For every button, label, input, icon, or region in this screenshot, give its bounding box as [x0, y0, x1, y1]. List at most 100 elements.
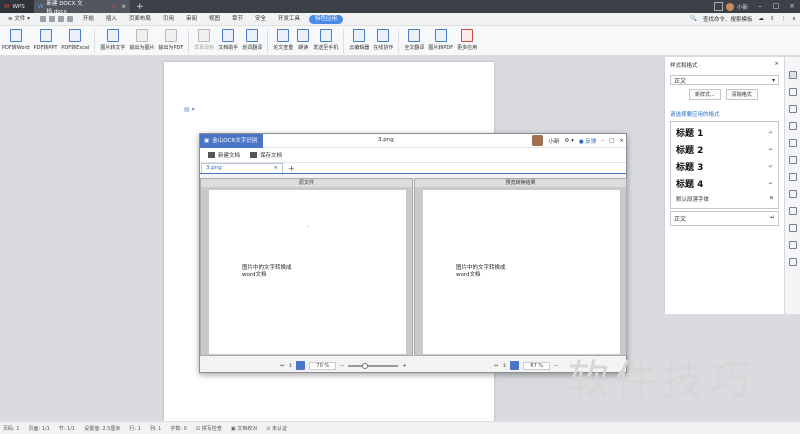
file-menu[interactable]: ≡ 文件 ▾	[2, 13, 36, 26]
status-row[interactable]: 行: 1	[129, 425, 140, 432]
settings-icon[interactable]: ⚙ ▾	[564, 138, 573, 144]
adjust-icon[interactable]	[788, 122, 797, 130]
attachment-icon[interactable]	[788, 190, 797, 198]
cloud-icon[interactable]: ☁	[758, 16, 764, 22]
add-tab-button[interactable]: +	[283, 164, 300, 173]
status-position[interactable]: 设置值: 2.5厘米	[84, 425, 120, 432]
redo-icon[interactable]	[66, 16, 73, 22]
style-body[interactable]: 正文 ↵	[670, 211, 779, 226]
menu-review[interactable]: 审阅	[180, 13, 203, 26]
paragraph-handle-icon[interactable]: ▤ ▾	[184, 106, 195, 113]
status-section[interactable]: 节: 1/1	[59, 425, 75, 432]
collapse-icon[interactable]: ∧	[792, 16, 796, 22]
settings-icon[interactable]	[788, 258, 797, 266]
new-style-button[interactable]: 新样式...	[689, 89, 721, 100]
new-doc-button[interactable]: 新建文档	[208, 151, 240, 159]
style-heading-4[interactable]: 标题 4 ↵	[671, 175, 778, 192]
status-pages[interactable]: 页面: 1/1	[28, 425, 49, 432]
pdf-to-excel-button[interactable]: PDF转Excel	[59, 29, 91, 51]
menu-security[interactable]: 安全	[249, 13, 272, 26]
image-to-text-button[interactable]: 图片转文字	[98, 29, 127, 51]
fit-width-icon[interactable]: ↔	[494, 363, 498, 369]
zoom-slider[interactable]	[348, 362, 399, 369]
style-default-font[interactable]: 默认段落字体 a	[671, 192, 778, 206]
send-phone-button[interactable]: 发送至手机	[311, 29, 340, 51]
zoom-out-icon[interactable]: −	[340, 363, 344, 369]
close-icon[interactable]: ×	[784, 0, 800, 13]
menu-insert[interactable]: 插入	[100, 13, 123, 26]
menu-view[interactable]: 视图	[203, 13, 226, 26]
command-search[interactable]: 🔍 查找命令、搜索模板 ☁ ⇪ ⋮ ∧	[690, 15, 796, 23]
doc-assistant-button[interactable]: 文档助手	[216, 29, 240, 51]
current-style-select[interactable]: 正文 ▾	[670, 75, 779, 85]
user-area[interactable]: 小新	[713, 2, 748, 11]
avatar[interactable]	[532, 135, 544, 146]
minimize-icon[interactable]: –	[752, 0, 768, 13]
result-preview[interactable]: 图片中的文字转换成 word文档	[423, 190, 620, 354]
collab-button[interactable]: 在线协作	[371, 29, 395, 51]
fit-page-icon[interactable]	[510, 361, 520, 370]
save-icon[interactable]	[39, 16, 46, 22]
fit-page-icon[interactable]	[296, 361, 306, 370]
select-cursor-icon[interactable]	[788, 88, 797, 96]
source-zoom-value[interactable]: 70 %	[309, 361, 337, 370]
spell-check-toggle[interactable]: ☑ 拼写检查	[196, 425, 222, 432]
status-word-count[interactable]: 字数: 0	[170, 425, 186, 432]
panel-close-icon[interactable]: ×	[774, 61, 779, 69]
zoom-slider-knob[interactable]	[362, 362, 369, 369]
fit-height-icon[interactable]: ↕	[502, 363, 506, 369]
style-heading-1[interactable]: 标题 1 ↵	[671, 124, 778, 141]
maximize-icon[interactable]: □	[768, 0, 784, 13]
bookmark-icon[interactable]	[788, 207, 797, 215]
skin-icon[interactable]	[713, 2, 723, 11]
paper-check-button[interactable]: 论文查重	[271, 29, 295, 51]
menu-references[interactable]: 引用	[157, 13, 180, 26]
close-icon[interactable]: ×	[619, 138, 624, 144]
export-image-button[interactable]: 输出为图片	[127, 29, 156, 51]
share-icon[interactable]: ⇪	[770, 16, 775, 22]
styles-icon[interactable]	[788, 71, 797, 79]
menu-chapter[interactable]: 章节	[226, 13, 249, 26]
share-icon[interactable]	[788, 173, 797, 181]
clear-format-button[interactable]: 清除格式	[725, 89, 758, 100]
save-doc-button[interactable]: 保存文档	[250, 151, 282, 159]
close-tab-icon[interactable]: ×	[273, 165, 278, 172]
ocr-file-tab[interactable]: 3.png ×	[201, 163, 283, 173]
review-icon[interactable]	[788, 156, 797, 164]
menu-page-layout[interactable]: 页面布局	[123, 13, 157, 26]
wps-home-tab[interactable]: W WPS	[0, 0, 34, 13]
shapes-icon[interactable]	[788, 105, 797, 113]
status-page-number[interactable]: 页码: 1	[3, 425, 19, 432]
export-pdf-button[interactable]: 输出为PDF	[156, 29, 185, 51]
screen-record-button[interactable]: 屏幕录制	[192, 29, 216, 51]
new-tab-button[interactable]: +	[130, 2, 150, 12]
close-tab-icon[interactable]: ×	[121, 4, 126, 10]
tools-icon[interactable]	[788, 139, 797, 147]
more-apps-button[interactable]: 更多应用	[455, 29, 479, 51]
more-icon[interactable]: ⋮	[780, 16, 786, 22]
menu-start[interactable]: 开始	[77, 13, 100, 26]
print-icon[interactable]	[48, 16, 55, 22]
read-aloud-button[interactable]: 朗读	[295, 29, 311, 51]
translate-button[interactable]: 划词翻译	[240, 29, 264, 51]
feedback-button[interactable]: ● 反馈	[579, 137, 597, 145]
status-column[interactable]: 列: 1	[150, 425, 161, 432]
document-tab[interactable]: W 新建 DOCX 文档.docx ⚠ ×	[34, 0, 130, 15]
style-heading-3[interactable]: 标题 3 ↵	[671, 158, 778, 175]
pdf-to-word-button[interactable]: PDF转Word	[0, 29, 32, 51]
zoom-out-icon[interactable]: −	[554, 363, 558, 369]
minimize-icon[interactable]: –	[601, 138, 604, 144]
image-to-pdf-button[interactable]: 图片转PDF	[426, 29, 455, 51]
source-image[interactable]: · 图片中的文字转换成 word文档	[209, 190, 406, 354]
result-zoom-value[interactable]: 87 %	[523, 361, 551, 370]
doc-proof-toggle[interactable]: ▣ 文档校对	[231, 425, 257, 432]
menu-developer[interactable]: 开发工具	[272, 13, 306, 26]
fit-height-icon[interactable]: ↕	[288, 363, 292, 369]
help-icon[interactable]	[788, 241, 797, 249]
undo-icon[interactable]	[57, 16, 64, 22]
image-icon[interactable]	[788, 224, 797, 232]
zoom-in-icon[interactable]: +	[402, 363, 406, 369]
certification-status[interactable]: ⊙ 未认证	[266, 425, 287, 432]
maximize-icon[interactable]: □	[609, 138, 614, 144]
fit-width-icon[interactable]: ↔	[280, 363, 284, 369]
